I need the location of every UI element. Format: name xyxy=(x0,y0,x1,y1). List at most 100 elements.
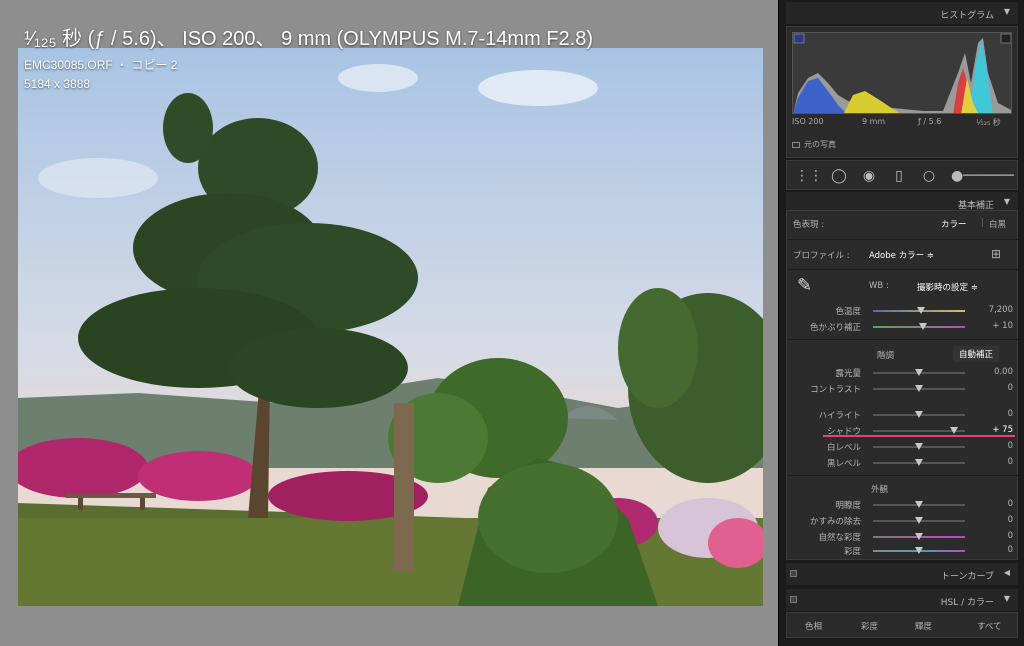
slider-track[interactable] xyxy=(873,517,965,524)
slider-label: 自然な彩度 xyxy=(818,533,861,543)
slider-label: 明瞭度 xyxy=(835,501,861,511)
file-name: EMC30085.ORF ・ コピー 2 xyxy=(24,58,178,72)
slider-track[interactable] xyxy=(873,369,965,376)
slider-label: 白レベル xyxy=(826,443,861,453)
photo-viewer: ¹⁄₁₂₅ 秒 (ƒ / 5.6)、 ISO 200、 9 mm (OLYMPU… xyxy=(0,0,778,646)
landscape-photo xyxy=(18,48,763,606)
basic-panel: 色表現 : カラー | 白黒 プロファイル : Adobe カラー ≑ ⊞ ✎ … xyxy=(786,210,1019,560)
histogram-focal: 9 mm xyxy=(862,117,886,126)
histogram-graph[interactable] xyxy=(792,32,1012,114)
histogram-shutter: ¹⁄₁₂₅ 秒 xyxy=(976,118,1001,127)
treatment-color-button[interactable]: カラー xyxy=(941,218,967,230)
slider-track[interactable] xyxy=(873,427,965,434)
photo-preview[interactable] xyxy=(18,48,763,606)
slider-knob[interactable] xyxy=(915,411,923,418)
slider-value[interactable]: + 10 xyxy=(973,321,1013,331)
profile-dropdown[interactable]: Adobe カラー ≑ xyxy=(869,249,934,261)
slider-track[interactable] xyxy=(873,547,965,554)
radial-filter-icon[interactable]: ○ xyxy=(919,166,939,186)
histogram-panel: ISO 200 9 mm ƒ / 5.6 ¹⁄₁₂₅ 秒 元の写真 xyxy=(786,26,1018,158)
crop-grid-icon[interactable]: ⋮⋮ xyxy=(795,166,823,186)
tone-curve-title: トーンカーブ xyxy=(940,572,994,582)
histogram-header[interactable]: ヒストグラム ▼ xyxy=(786,2,1018,24)
slider-knob[interactable] xyxy=(915,533,923,540)
slider-value[interactable]: 0 xyxy=(973,441,1013,451)
slider-track[interactable] xyxy=(873,443,965,450)
hsl-header[interactable]: HSL / カラー ▼ xyxy=(786,589,1018,611)
auto-tone-button[interactable]: 自動補正 xyxy=(953,346,1000,362)
slider-value[interactable]: 0 xyxy=(973,531,1013,541)
slider-label: コントラスト xyxy=(810,385,861,395)
slider-track[interactable] xyxy=(873,459,965,466)
slider-knob[interactable] xyxy=(915,443,923,450)
slider-value[interactable]: + 75 xyxy=(973,425,1013,435)
slider-track[interactable] xyxy=(873,411,965,418)
divider xyxy=(787,339,1019,340)
slider-label: 色かぶり補正 xyxy=(809,323,861,333)
tool-strip: ⋮⋮ ◯ ◉ ▯ ○ ●────── xyxy=(786,160,1018,190)
slider-label: 露光量 xyxy=(835,369,861,379)
tone-label: 階調 xyxy=(877,351,895,361)
slider-track[interactable] xyxy=(873,385,965,392)
slider-knob[interactable] xyxy=(915,501,923,508)
shadows-highlight-underline xyxy=(823,435,1015,437)
slider-knob[interactable] xyxy=(915,369,923,376)
slider-track[interactable] xyxy=(873,533,965,540)
slider-value[interactable]: 0 xyxy=(973,499,1013,509)
slider-knob[interactable] xyxy=(916,307,925,314)
adjustment-brush-icon[interactable]: ●────── xyxy=(951,166,1014,186)
original-photo-toggle[interactable]: 元の写真 xyxy=(792,139,836,150)
slider-knob[interactable] xyxy=(915,459,923,466)
tab-hue[interactable]: 色相 xyxy=(805,620,822,632)
slider-knob[interactable] xyxy=(915,385,923,392)
slider-track[interactable] xyxy=(873,307,965,314)
slider-knob[interactable] xyxy=(949,427,958,434)
wb-label: WB : xyxy=(869,281,889,291)
profile-browser-icon[interactable]: ⊞ xyxy=(991,247,1001,261)
expand-triangle-icon[interactable]: ◀ xyxy=(1004,568,1010,577)
wb-dropdown[interactable]: 撮影時の設定 ≑ xyxy=(917,281,978,293)
slider-value[interactable]: 0 xyxy=(973,409,1013,419)
checkbox-icon[interactable] xyxy=(792,141,800,148)
slider-value[interactable]: 0.00 xyxy=(973,367,1013,377)
slider-value[interactable]: 0 xyxy=(973,545,1013,555)
slider-value[interactable]: 7,200 xyxy=(973,305,1013,315)
slider-label: 黒レベル xyxy=(826,459,861,469)
spot-removal-icon[interactable]: ◯ xyxy=(829,166,849,186)
slider-label: 色温度 xyxy=(835,307,861,317)
divider xyxy=(787,239,1019,240)
divider xyxy=(787,475,1019,476)
slider-label: 彩度 xyxy=(843,547,861,557)
tab-saturation[interactable]: 彩度 xyxy=(861,620,878,632)
histogram-iso: ISO 200 xyxy=(792,117,824,126)
original-photo-label: 元の写真 xyxy=(804,140,836,149)
slider-track[interactable] xyxy=(873,501,965,508)
develop-panel: ヒストグラム ▼ ISO 200 9 mm ƒ / 5.6 ¹⁄₁₂₅ 秒 元の… xyxy=(778,0,1024,646)
tab-luminance[interactable]: 輝度 xyxy=(915,620,932,632)
slider-knob[interactable] xyxy=(915,517,923,524)
slider-track[interactable] xyxy=(873,323,965,330)
treatment-bw-button[interactable]: 白黒 xyxy=(989,218,1006,230)
graduated-filter-icon[interactable]: ▯ xyxy=(889,166,909,186)
slider-knob[interactable] xyxy=(915,547,923,554)
image-dimensions: 5184 x 3888 xyxy=(24,77,91,91)
red-eye-icon[interactable]: ◉ xyxy=(859,166,879,186)
tab-all[interactable]: すべて xyxy=(977,620,1002,632)
collapse-triangle-icon[interactable]: ▼ xyxy=(1004,197,1010,206)
panel-toggle-icon[interactable] xyxy=(790,596,797,603)
hsl-tabs: 色相 彩度 輝度 すべて xyxy=(786,612,1018,638)
wb-eyedropper-icon[interactable]: ✎ xyxy=(797,275,812,296)
slider-label: かすみの除去 xyxy=(809,517,861,527)
slider-knob[interactable] xyxy=(918,323,927,330)
slider-value[interactable]: 0 xyxy=(973,457,1013,467)
profile-label: プロファイル : xyxy=(793,251,850,261)
collapse-triangle-icon[interactable]: ▼ xyxy=(1004,594,1010,603)
presence-label: 外観 xyxy=(871,485,889,495)
slider-label: ハイライト xyxy=(818,411,861,421)
panel-toggle-icon[interactable] xyxy=(790,570,797,577)
slider-value[interactable]: 0 xyxy=(973,383,1013,393)
treatment-label: 色表現 : xyxy=(793,220,825,230)
slider-value[interactable]: 0 xyxy=(973,515,1013,525)
tone-curve-header[interactable]: トーンカーブ ◀ xyxy=(786,563,1018,585)
collapse-triangle-icon[interactable]: ▼ xyxy=(1004,7,1010,16)
